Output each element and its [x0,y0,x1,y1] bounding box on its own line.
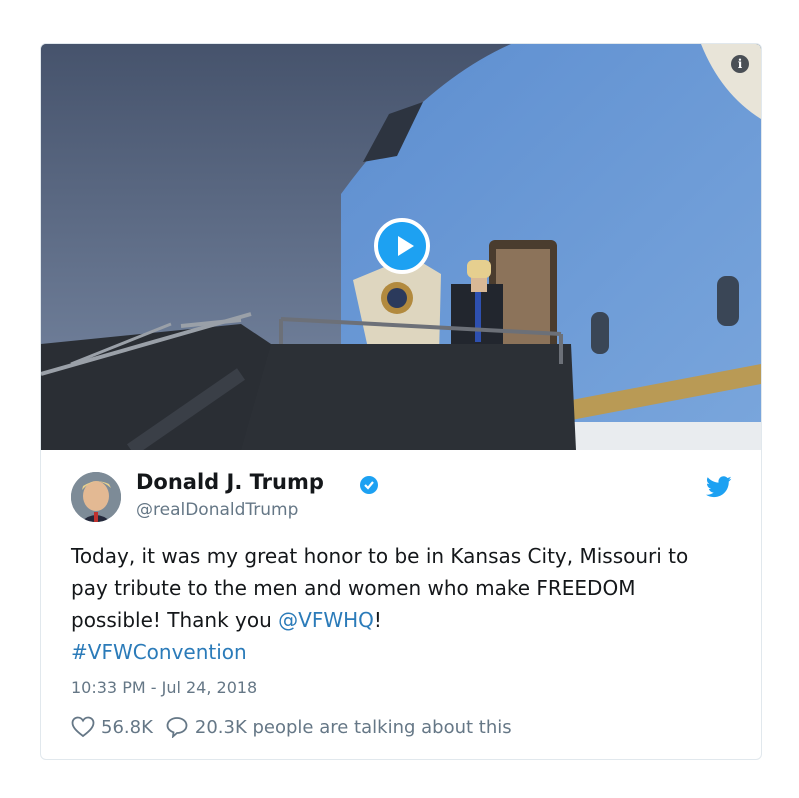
conversation-count[interactable]: 20.3K people are talking about this [195,717,512,738]
hashtag-link[interactable]: #VFWConvention [71,640,247,664]
like-count[interactable]: 56.8K [101,717,153,738]
heart-icon[interactable] [71,716,95,738]
avatar[interactable] [71,472,121,522]
tweet-text: Today, it was my great honor to be in Ka… [71,540,711,668]
embedded-tweet-card[interactable]: i Donald J. Trump @realDonaldTrump Today… [40,43,762,760]
info-icon[interactable]: i [731,55,749,73]
author-name[interactable]: Donald J. Trump [136,470,324,494]
play-button[interactable] [374,218,430,274]
tweet-text-end: ! [373,608,382,632]
tweet-timestamp[interactable]: 10:33 PM - Jul 24, 2018 [71,678,257,697]
author-handle[interactable]: @realDonaldTrump [136,500,298,520]
verified-badge-icon [360,476,378,494]
twitter-bird-icon[interactable] [706,476,732,498]
tweet-video[interactable]: i [41,44,761,450]
mention-link[interactable]: @VFWHQ [278,608,374,632]
tweet-actions: 56.8K 20.3K people are talking about thi… [71,716,512,738]
speech-bubble-icon[interactable] [165,716,189,738]
tweet-header: Donald J. Trump @realDonaldTrump [71,470,732,526]
